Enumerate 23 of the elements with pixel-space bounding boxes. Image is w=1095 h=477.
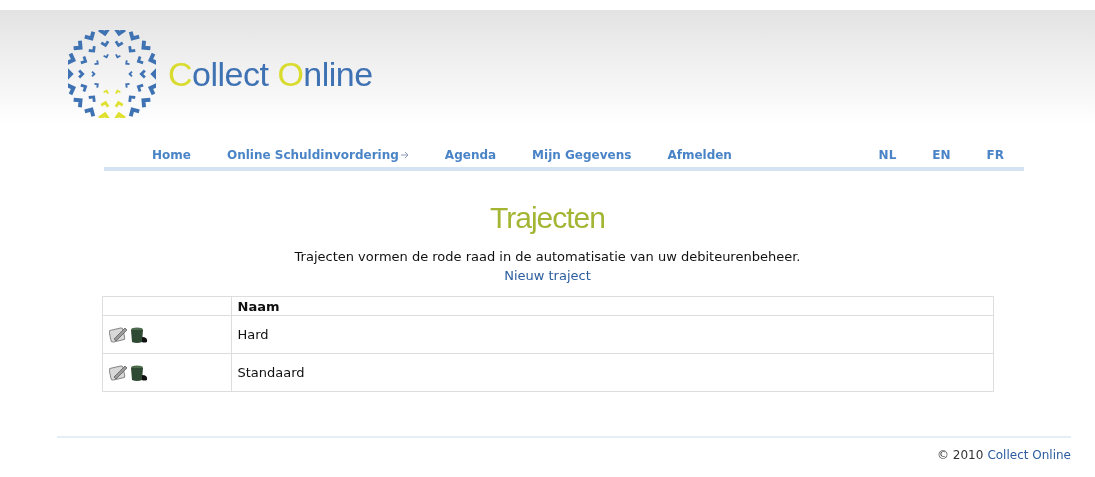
nav-link[interactable]: Home bbox=[152, 148, 191, 162]
logo-text: Collect Online bbox=[168, 54, 373, 94]
nav-link[interactable]: Online Schuldinvordering bbox=[226, 148, 409, 162]
edit-icon[interactable] bbox=[108, 363, 129, 382]
language-link[interactable]: NL bbox=[878, 148, 897, 162]
trash-icon[interactable] bbox=[128, 363, 149, 382]
trash-icon[interactable] bbox=[128, 325, 149, 344]
logo-icon bbox=[68, 30, 156, 118]
language-link[interactable]: FR bbox=[986, 148, 1004, 162]
edit-icon[interactable] bbox=[108, 325, 129, 344]
footer-link[interactable]: Collect Online bbox=[987, 448, 1071, 462]
new-link[interactable]: Nieuw traject bbox=[504, 268, 591, 283]
table-cell: Standaard bbox=[231, 353, 993, 392]
table-cell: Hard bbox=[231, 315, 993, 354]
nav-link[interactable]: Mijn Gegevens bbox=[532, 148, 632, 162]
table-header-cell: Naam bbox=[231, 296, 993, 316]
nav-link[interactable]: Agenda bbox=[444, 148, 497, 162]
language-link[interactable]: EN bbox=[932, 148, 951, 162]
copyright-text: © 2010 bbox=[937, 448, 984, 462]
page-title: Trajecten bbox=[490, 201, 605, 235]
intro-text: Trajecten vormen de rode raad in de automatisatie van uw debiteurenbeheer. bbox=[294, 249, 801, 264]
arrow-icon bbox=[400, 151, 409, 159]
nav-link[interactable]: Afmelden bbox=[667, 148, 732, 162]
